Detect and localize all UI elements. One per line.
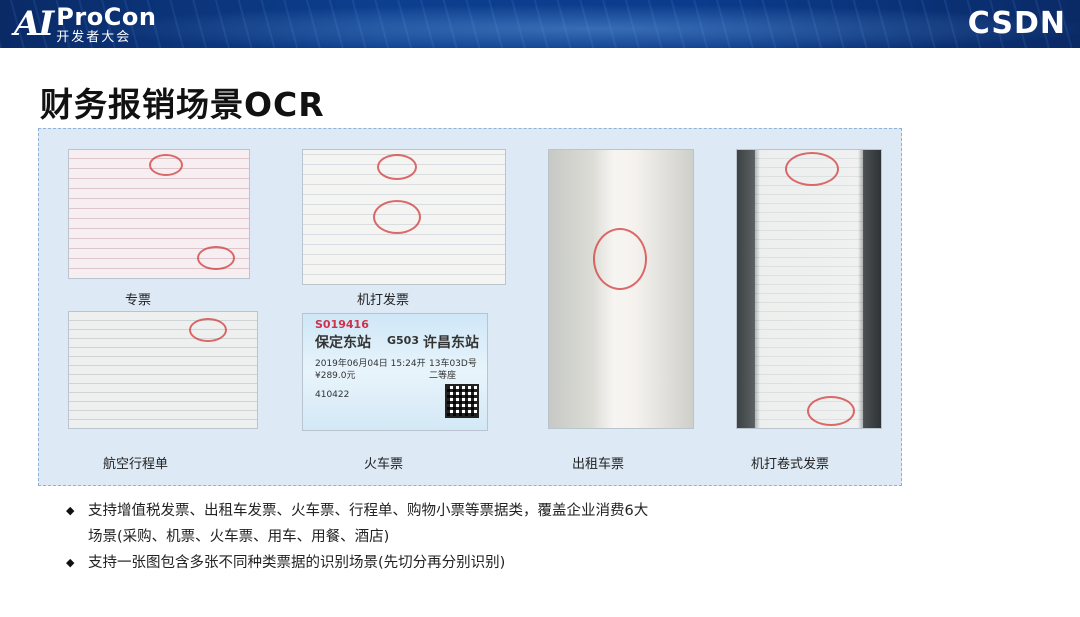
logo-subtitle: 开发者大会 [56,29,132,45]
stamp-icon [189,318,227,342]
ticket-from-station: 保定东站 [315,335,371,351]
itinerary-image [68,311,258,429]
bullet-item: ◆ 支持增值税发票、出租车发票、火车票、行程单、购物小票等票据类，覆盖企业消费6… [64,498,764,550]
caption-roll-invoice: 机打卷式发票 [751,457,830,472]
ticket-to-station: 许昌东站 [423,335,479,351]
special-invoice-image [68,149,250,279]
diamond-bullet-icon: ◆ [66,556,75,569]
caption-special-invoice: 专票 [125,293,152,308]
bullet-text: 支持增值税发票、出租车发票、火车票、行程单、购物小票等票据类，覆盖企业消费6大 [88,503,649,519]
stamp-icon [149,154,183,176]
taxi-ticket-image [548,149,694,429]
stamp-icon [197,246,235,270]
ticket-code: S019416 [315,318,369,331]
ticket-price: ¥289.0元 [315,371,356,381]
diamond-bullet-icon: ◆ [66,504,75,517]
stamp-icon [377,154,417,180]
bullet-text: 支持一张图包含多张不同种类票据的识别场景(先切分再分别识别) [88,555,506,571]
bullet-item: ◆ 支持一张图包含多张不同种类票据的识别场景(先切分再分别识别) [64,550,764,576]
ticket-class: 二等座 [429,371,457,381]
qr-code-icon [445,384,479,418]
caption-train-ticket: 火车票 [364,457,404,472]
stamp-icon [807,396,855,426]
ticket-id: 410422 [315,390,350,400]
roll-invoice-image [736,149,882,429]
feature-bullets: ◆ 支持增值税发票、出租车发票、火车票、行程单、购物小票等票据类，覆盖企业消费6… [64,498,764,576]
machine-invoice-image [302,149,506,285]
bullet-text: 场景(采购、机票、火车票、用车、用餐、酒店) [88,529,390,545]
stamp-icon [593,228,647,290]
caption-taxi-ticket: 出租车票 [572,457,625,472]
csdn-logo: CSDN [967,6,1066,41]
logo-brand: ProCon [56,2,157,31]
page-title: 财务报销场景OCR [40,85,325,124]
header-banner: AI ProCon 开发者大会 CSDN [0,0,1080,48]
stamp-icon [373,200,421,234]
ticket-train-number: G503 [387,334,419,347]
train-ticket-image: S019416 保定东站 G503 许昌东站 2019年06月04日 15:24… [302,313,488,431]
caption-machine-invoice: 机打发票 [357,293,410,308]
receipt-examples-panel: 专票 机打发票 出租车票 机打卷式发票 航空行程单 S019416 保定东站 G… [38,128,902,486]
aiprocon-logo: AI ProCon 开发者大会 [14,2,156,46]
ai-logo-mark: AI [14,4,54,44]
stamp-icon [785,152,839,186]
caption-itinerary: 航空行程单 [103,457,169,472]
